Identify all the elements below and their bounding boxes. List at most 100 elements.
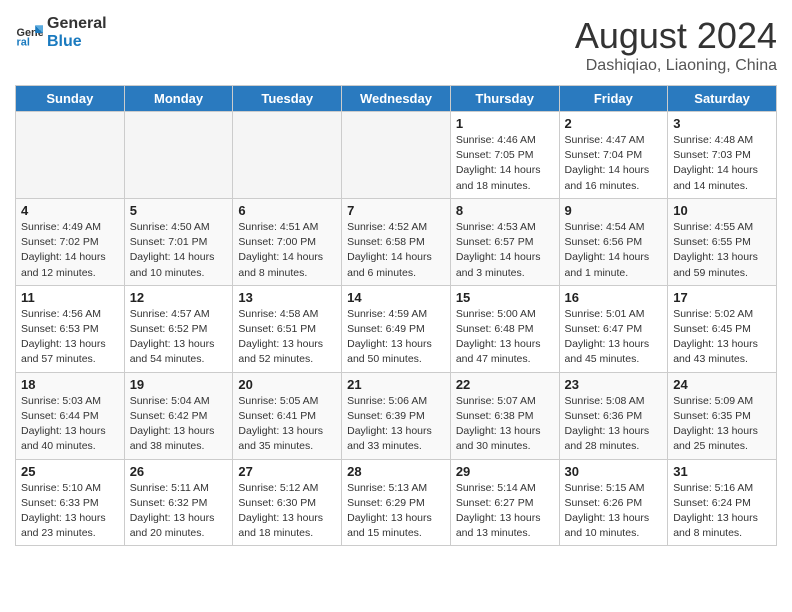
- calendar-cell: 20 Sunrise: 5:05 AM Sunset: 6:41 PM Dayli…: [233, 372, 342, 459]
- calendar-cell: 9 Sunrise: 4:54 AM Sunset: 6:56 PM Daylig…: [559, 198, 668, 285]
- logo-icon: Gene ral: [15, 19, 43, 47]
- calendar-cell: 3 Sunrise: 4:48 AM Sunset: 7:03 PM Daylig…: [668, 112, 777, 199]
- day-number: 9: [565, 203, 663, 218]
- logo-line1: General: [47, 15, 107, 33]
- calendar-cell: [342, 112, 451, 199]
- day-info: Sunrise: 4:47 AM Sunset: 7:04 PM Dayligh…: [565, 133, 663, 194]
- calendar-week-row: 1 Sunrise: 4:46 AM Sunset: 7:05 PM Daylig…: [16, 112, 777, 199]
- day-info: Sunrise: 4:59 AM Sunset: 6:49 PM Dayligh…: [347, 307, 445, 368]
- day-info: Sunrise: 5:01 AM Sunset: 6:47 PM Dayligh…: [565, 307, 663, 368]
- calendar-cell: 7 Sunrise: 4:52 AM Sunset: 6:58 PM Daylig…: [342, 198, 451, 285]
- calendar-cell: [16, 112, 125, 199]
- day-info: Sunrise: 5:12 AM Sunset: 6:30 PM Dayligh…: [238, 481, 336, 542]
- calendar-cell: 16 Sunrise: 5:01 AM Sunset: 6:47 PM Dayli…: [559, 285, 668, 372]
- day-info: Sunrise: 4:46 AM Sunset: 7:05 PM Dayligh…: [456, 133, 554, 194]
- calendar-cell: 25 Sunrise: 5:10 AM Sunset: 6:33 PM Dayli…: [16, 459, 125, 546]
- header: Gene ral General Blue August 2024 Dashiq…: [15, 15, 777, 75]
- calendar-cell: 27 Sunrise: 5:12 AM Sunset: 6:30 PM Dayli…: [233, 459, 342, 546]
- day-number: 5: [130, 203, 228, 218]
- calendar-cell: 14 Sunrise: 4:59 AM Sunset: 6:49 PM Dayli…: [342, 285, 451, 372]
- calendar-cell: 19 Sunrise: 5:04 AM Sunset: 6:42 PM Dayli…: [124, 372, 233, 459]
- logo-line2: Blue: [47, 33, 107, 51]
- calendar-cell: 31 Sunrise: 5:16 AM Sunset: 6:24 PM Dayli…: [668, 459, 777, 546]
- day-number: 30: [565, 464, 663, 479]
- calendar-cell: [124, 112, 233, 199]
- day-number: 12: [130, 290, 228, 305]
- day-number: 2: [565, 116, 663, 131]
- day-info: Sunrise: 5:14 AM Sunset: 6:27 PM Dayligh…: [456, 481, 554, 542]
- calendar-week-row: 25 Sunrise: 5:10 AM Sunset: 6:33 PM Dayli…: [16, 459, 777, 546]
- calendar-cell: 24 Sunrise: 5:09 AM Sunset: 6:35 PM Dayli…: [668, 372, 777, 459]
- logo: Gene ral General Blue: [15, 15, 107, 51]
- day-number: 15: [456, 290, 554, 305]
- day-info: Sunrise: 4:58 AM Sunset: 6:51 PM Dayligh…: [238, 307, 336, 368]
- day-info: Sunrise: 4:52 AM Sunset: 6:58 PM Dayligh…: [347, 220, 445, 281]
- calendar-cell: 8 Sunrise: 4:53 AM Sunset: 6:57 PM Daylig…: [450, 198, 559, 285]
- day-number: 1: [456, 116, 554, 131]
- day-header-friday: Friday: [559, 86, 668, 112]
- day-info: Sunrise: 5:06 AM Sunset: 6:39 PM Dayligh…: [347, 394, 445, 455]
- day-number: 29: [456, 464, 554, 479]
- day-number: 24: [673, 377, 771, 392]
- calendar-cell: 11Sunrise: 4:56 AM Sunset: 6:53 PM Dayli…: [16, 285, 125, 372]
- day-info: Sunrise: 4:49 AM Sunset: 7:02 PM Dayligh…: [21, 220, 119, 281]
- day-number: 8: [456, 203, 554, 218]
- day-header-saturday: Saturday: [668, 86, 777, 112]
- calendar-cell: 18 Sunrise: 5:03 AM Sunset: 6:44 PM Dayli…: [16, 372, 125, 459]
- day-info: Sunrise: 5:05 AM Sunset: 6:41 PM Dayligh…: [238, 394, 336, 455]
- day-number: 23: [565, 377, 663, 392]
- day-header-wednesday: Wednesday: [342, 86, 451, 112]
- calendar-cell: 17Sunrise: 5:02 AM Sunset: 6:45 PM Dayli…: [668, 285, 777, 372]
- day-number: 14: [347, 290, 445, 305]
- day-info: Sunrise: 5:08 AM Sunset: 6:36 PM Dayligh…: [565, 394, 663, 455]
- day-number: 26: [130, 464, 228, 479]
- day-info: Sunrise: 5:04 AM Sunset: 6:42 PM Dayligh…: [130, 394, 228, 455]
- day-info: Sunrise: 4:56 AM Sunset: 6:53 PM Dayligh…: [21, 307, 119, 368]
- day-info: Sunrise: 4:51 AM Sunset: 7:00 PM Dayligh…: [238, 220, 336, 281]
- calendar-week-row: 4 Sunrise: 4:49 AM Sunset: 7:02 PM Daylig…: [16, 198, 777, 285]
- day-info: Sunrise: 5:03 AM Sunset: 6:44 PM Dayligh…: [21, 394, 119, 455]
- calendar-week-row: 11Sunrise: 4:56 AM Sunset: 6:53 PM Dayli…: [16, 285, 777, 372]
- calendar-cell: 12 Sunrise: 4:57 AM Sunset: 6:52 PM Dayli…: [124, 285, 233, 372]
- day-info: Sunrise: 4:55 AM Sunset: 6:55 PM Dayligh…: [673, 220, 771, 281]
- day-info: Sunrise: 4:48 AM Sunset: 7:03 PM Dayligh…: [673, 133, 771, 194]
- day-info: Sunrise: 5:16 AM Sunset: 6:24 PM Dayligh…: [673, 481, 771, 542]
- day-number: 31: [673, 464, 771, 479]
- day-info: Sunrise: 4:53 AM Sunset: 6:57 PM Dayligh…: [456, 220, 554, 281]
- calendar-title: August 2024: [575, 15, 777, 57]
- day-info: Sunrise: 5:10 AM Sunset: 6:33 PM Dayligh…: [21, 481, 119, 542]
- day-number: 27: [238, 464, 336, 479]
- day-number: 6: [238, 203, 336, 218]
- day-number: 25: [21, 464, 119, 479]
- calendar-table: SundayMondayTuesdayWednesdayThursdayFrid…: [15, 85, 777, 546]
- calendar-header-row: SundayMondayTuesdayWednesdayThursdayFrid…: [16, 86, 777, 112]
- day-number: 20: [238, 377, 336, 392]
- calendar-cell: 29 Sunrise: 5:14 AM Sunset: 6:27 PM Dayli…: [450, 459, 559, 546]
- calendar-cell: 4 Sunrise: 4:49 AM Sunset: 7:02 PM Daylig…: [16, 198, 125, 285]
- day-number: 16: [565, 290, 663, 305]
- calendar-cell: 21 Sunrise: 5:06 AM Sunset: 6:39 PM Dayli…: [342, 372, 451, 459]
- day-number: 3: [673, 116, 771, 131]
- day-info: Sunrise: 4:50 AM Sunset: 7:01 PM Dayligh…: [130, 220, 228, 281]
- day-info: Sunrise: 5:13 AM Sunset: 6:29 PM Dayligh…: [347, 481, 445, 542]
- day-number: 21: [347, 377, 445, 392]
- day-info: Sunrise: 5:09 AM Sunset: 6:35 PM Dayligh…: [673, 394, 771, 455]
- day-info: Sunrise: 4:57 AM Sunset: 6:52 PM Dayligh…: [130, 307, 228, 368]
- calendar-subtitle: Dashiqiao, Liaoning, China: [575, 57, 777, 75]
- day-info: Sunrise: 5:11 AM Sunset: 6:32 PM Dayligh…: [130, 481, 228, 542]
- day-header-thursday: Thursday: [450, 86, 559, 112]
- calendar-cell: 2 Sunrise: 4:47 AM Sunset: 7:04 PM Daylig…: [559, 112, 668, 199]
- day-number: 18: [21, 377, 119, 392]
- day-number: 13: [238, 290, 336, 305]
- calendar-cell: 22Sunrise: 5:07 AM Sunset: 6:38 PM Dayli…: [450, 372, 559, 459]
- day-number: 7: [347, 203, 445, 218]
- day-number: 22: [456, 377, 554, 392]
- day-header-tuesday: Tuesday: [233, 86, 342, 112]
- calendar-cell: 10Sunrise: 4:55 AM Sunset: 6:55 PM Dayli…: [668, 198, 777, 285]
- calendar-cell: 15Sunrise: 5:00 AM Sunset: 6:48 PM Dayli…: [450, 285, 559, 372]
- day-info: Sunrise: 5:02 AM Sunset: 6:45 PM Dayligh…: [673, 307, 771, 368]
- day-info: Sunrise: 4:54 AM Sunset: 6:56 PM Dayligh…: [565, 220, 663, 281]
- day-number: 19: [130, 377, 228, 392]
- calendar-cell: 13 Sunrise: 4:58 AM Sunset: 6:51 PM Dayli…: [233, 285, 342, 372]
- day-number: 4: [21, 203, 119, 218]
